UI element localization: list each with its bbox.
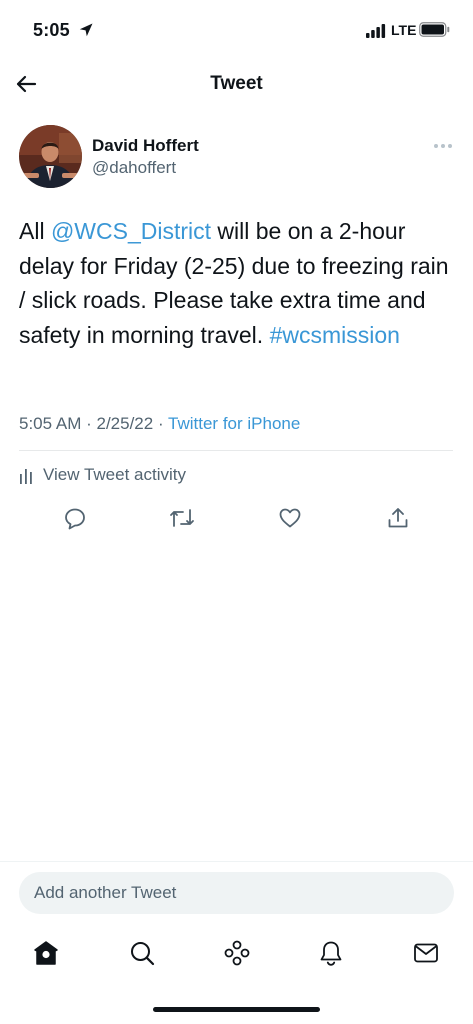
- more-dot-icon: [448, 144, 452, 148]
- hashtag-link[interactable]: #wcsmission: [270, 322, 400, 348]
- author-name[interactable]: David Hoffert: [92, 136, 199, 156]
- composer-placeholder: Add another Tweet: [34, 883, 177, 902]
- tweet-date: 2/25/22: [96, 414, 154, 433]
- network-label: LTE: [391, 22, 417, 38]
- search-icon: [131, 942, 155, 966]
- meta-separator: ·: [153, 414, 169, 433]
- heart-icon: [279, 508, 301, 528]
- tweet-text: All @WCS_District will be on a 2-hour de…: [19, 214, 459, 352]
- view-tweet-activity[interactable]: View Tweet activity: [19, 462, 186, 488]
- tweet-time: 5:05 AM: [19, 414, 82, 433]
- status-time: 5:05: [33, 20, 70, 40]
- like-button[interactable]: [276, 504, 304, 532]
- avatar-photo: [19, 125, 82, 188]
- battery-icon: [419, 22, 450, 37]
- page-title: Tweet: [210, 73, 263, 94]
- more-options-button[interactable]: [430, 136, 456, 156]
- more-dot-icon: [441, 144, 445, 148]
- share-button[interactable]: [384, 504, 412, 532]
- share-icon: [388, 508, 408, 528]
- reply-button[interactable]: [61, 504, 89, 532]
- tweet-source-link[interactable]: Twitter for iPhone: [168, 414, 300, 433]
- tab-messages[interactable]: [411, 938, 441, 968]
- tweet-text-part: All: [19, 218, 51, 244]
- activity-label: View Tweet activity: [43, 465, 186, 484]
- composer-divider: [0, 861, 473, 862]
- retweet-icon: [170, 509, 194, 527]
- author-handle[interactable]: @dahoffert: [92, 158, 176, 178]
- cellular-signal-icon: [366, 24, 386, 38]
- notifications-icon: [320, 941, 342, 966]
- reply-icon: [65, 508, 85, 530]
- meta-separator: ·: [81, 414, 97, 433]
- tab-home[interactable]: [31, 938, 61, 968]
- retweet-button[interactable]: [168, 504, 196, 532]
- spaces-icon: [224, 940, 250, 966]
- tab-search[interactable]: [127, 938, 157, 968]
- nav-header: Tweet: [0, 62, 473, 108]
- tab-notifications[interactable]: [316, 938, 346, 968]
- tweet-meta: 5:05 AM · 2/25/22 · Twitter for iPhone: [19, 414, 300, 434]
- mention-link[interactable]: @WCS_District: [51, 218, 211, 244]
- location-arrow-icon: [79, 23, 93, 37]
- avatar[interactable]: [19, 125, 82, 188]
- divider: [19, 450, 453, 451]
- tab-spaces[interactable]: [222, 938, 252, 968]
- more-dot-icon: [434, 144, 438, 148]
- home-indicator[interactable]: [153, 1007, 320, 1012]
- status-bar: 5:05 LTE: [0, 0, 473, 62]
- home-icon: [34, 941, 58, 965]
- add-tweet-input[interactable]: Add another Tweet: [19, 872, 454, 914]
- analytics-icon: [20, 469, 32, 484]
- messages-icon: [414, 943, 438, 963]
